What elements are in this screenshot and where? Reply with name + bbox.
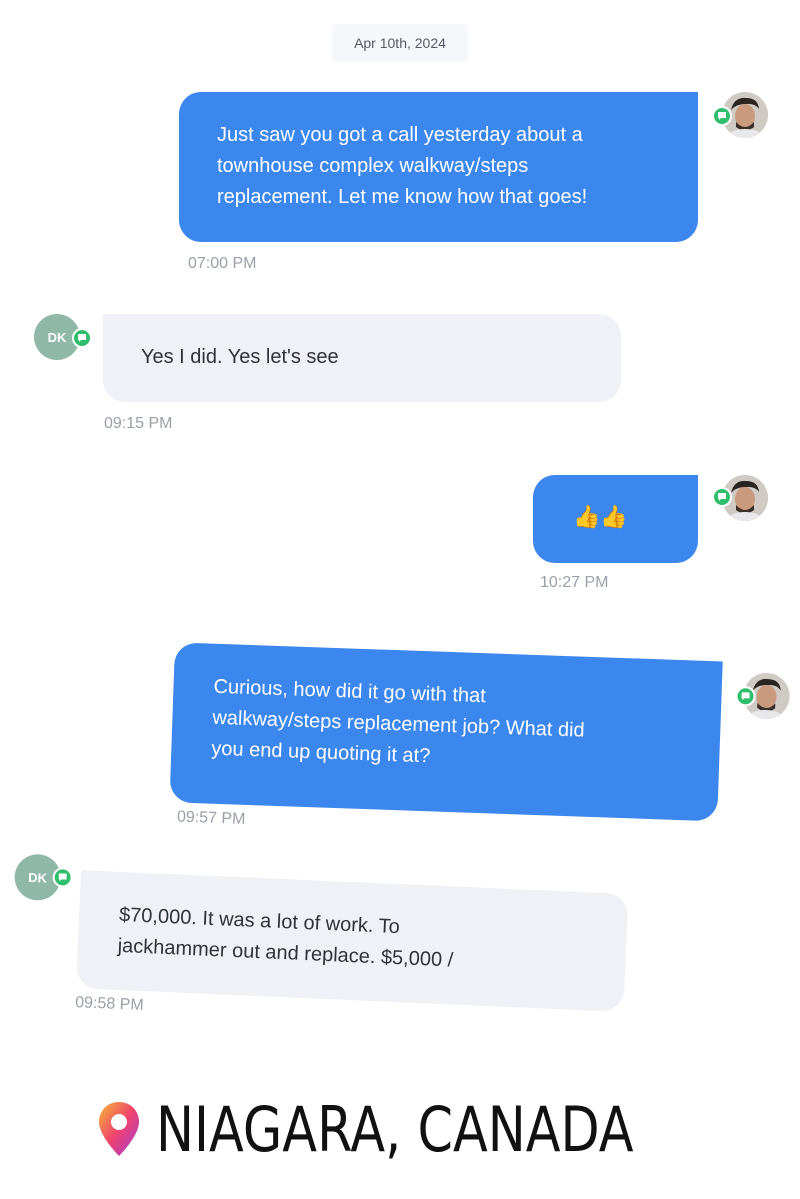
sms-badge-icon <box>52 866 74 888</box>
location-caption: NIAGARA, CANADA <box>96 1090 738 1170</box>
message-timestamp: 09:58 PM <box>74 994 145 1015</box>
message-bubble[interactable]: $70,000. It was a lot of work. To jackha… <box>75 870 629 1012</box>
location-label: NIAGARA, CANADA <box>156 1093 634 1166</box>
location-pin-icon <box>99 1102 139 1156</box>
message-incoming: DK $70,000. It was a lot of work. To jac… <box>0 0 800 1080</box>
